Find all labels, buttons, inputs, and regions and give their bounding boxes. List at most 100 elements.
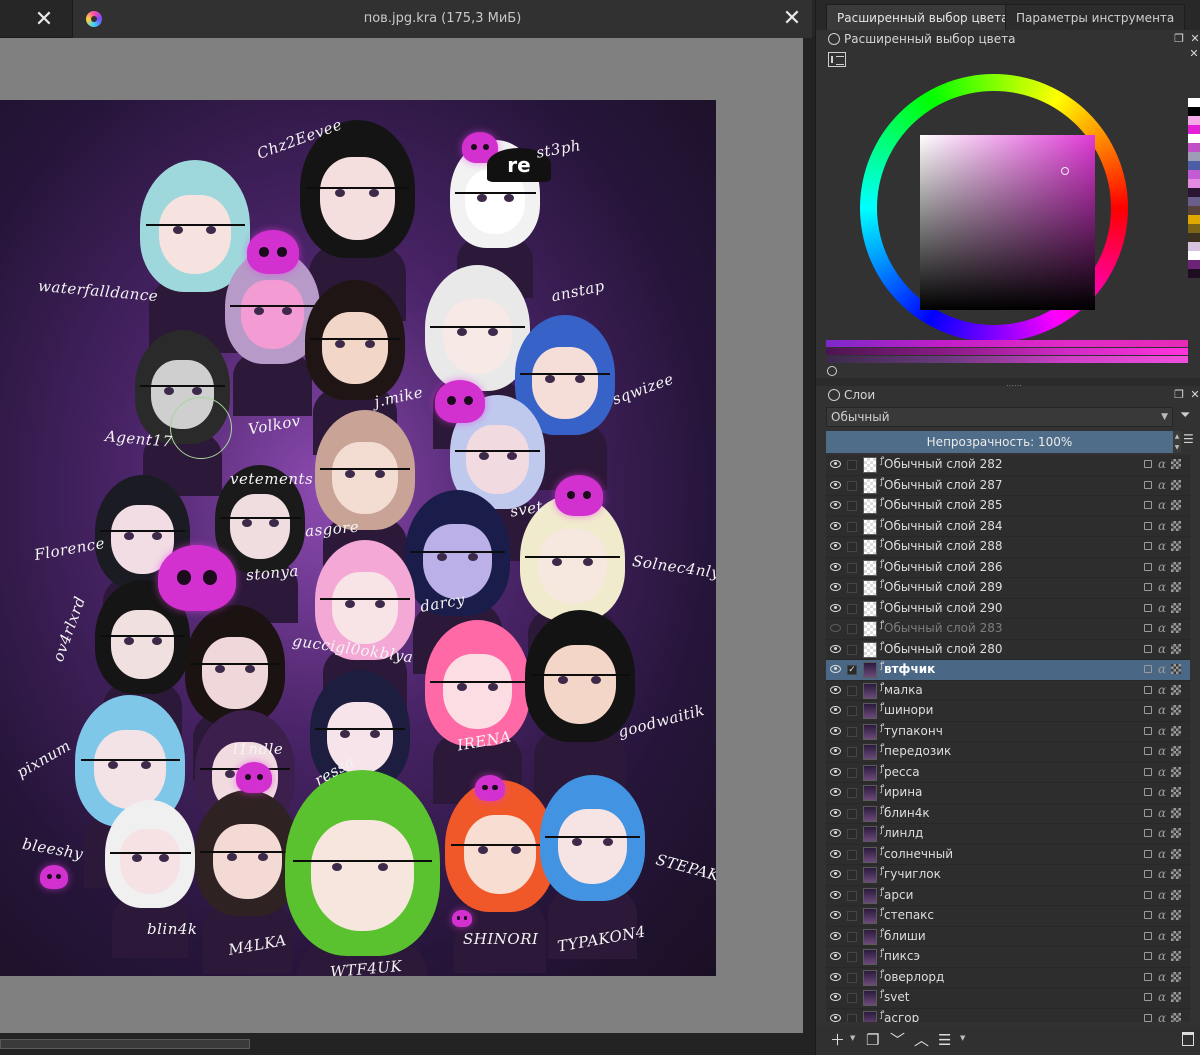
layer-row[interactable]: ꝭ блин4к α — [826, 804, 1190, 824]
layer-row[interactable]: ꝭ Обычный слой 286 α — [826, 558, 1190, 578]
lock-icon[interactable] — [1144, 460, 1152, 468]
layer-row[interactable]: ꝭ Обычный слой 284 α — [826, 517, 1190, 537]
inherit-alpha-icon[interactable] — [1171, 500, 1181, 510]
alpha-lock-icon[interactable]: α — [1158, 744, 1166, 758]
inherit-alpha-icon[interactable] — [1171, 643, 1181, 654]
refresh-icon[interactable] — [827, 366, 837, 376]
inherit-alpha-icon[interactable] — [1171, 582, 1181, 592]
eye-icon[interactable] — [830, 767, 841, 776]
inherit-alpha-icon[interactable] — [1171, 828, 1181, 838]
layer-row[interactable]: ✓ ꝭ втфчик α — [826, 660, 1190, 681]
color-history-bar-3[interactable] — [826, 356, 1188, 363]
move-layer-up-icon[interactable]: ︿ — [914, 1031, 929, 1049]
layer-select-checkbox[interactable] — [847, 788, 857, 798]
saturation-value-square[interactable] — [920, 135, 1095, 310]
color-swatch[interactable] — [1188, 116, 1200, 125]
lock-icon[interactable] — [1144, 685, 1152, 694]
layer-list[interactable]: ꝭ Обычный слой 282 α ꝭ Обычный слой 287 α ꝭ Обы… — [826, 455, 1190, 1022]
alpha-lock-icon[interactable]: α — [1158, 539, 1166, 553]
close-panel-icon[interactable]: ✕ — [1189, 389, 1200, 401]
alpha-lock-icon[interactable]: α — [1158, 765, 1166, 779]
close-icon[interactable]: ✕ — [1188, 48, 1200, 60]
alpha-lock-icon[interactable]: α — [1158, 498, 1166, 512]
inherit-alpha-icon[interactable] — [1171, 684, 1181, 695]
color-swatch[interactable] — [1188, 179, 1200, 188]
layer-row[interactable]: ꝭ передозик α — [826, 742, 1190, 763]
vertical-scrollbar[interactable] — [803, 38, 815, 1033]
lock-icon[interactable] — [1144, 603, 1152, 612]
color-swatch[interactable] — [1188, 134, 1200, 143]
layer-row[interactable]: ꝭ Обычный слой 287 α — [826, 476, 1190, 496]
eye-icon[interactable] — [830, 911, 841, 919]
alpha-lock-icon[interactable]: α — [1158, 970, 1166, 984]
layer-row[interactable]: ꝭ тупаконч α — [826, 722, 1190, 742]
eye-icon[interactable] — [830, 972, 841, 981]
eye-icon[interactable] — [830, 788, 841, 796]
alpha-lock-icon[interactable]: α — [1158, 806, 1166, 820]
color-swatch[interactable] — [1188, 143, 1200, 152]
lock-icon[interactable] — [1144, 952, 1152, 960]
layer-row[interactable]: ꝭ пиксэ α — [826, 947, 1190, 968]
alpha-lock-icon[interactable]: α — [1158, 560, 1166, 574]
layer-select-checkbox[interactable] — [847, 644, 857, 655]
tab-advanced-color-selector[interactable]: Расширенный выбор цвета — [826, 4, 1020, 30]
layer-row[interactable]: ꝭ асгор α — [826, 1009, 1190, 1022]
panel-splitter[interactable]: …… — [816, 378, 1200, 388]
lock-icon[interactable] — [1144, 726, 1152, 735]
eye-icon[interactable] — [830, 603, 841, 612]
layer-select-checkbox[interactable] — [847, 583, 857, 593]
eye-icon[interactable] — [830, 870, 841, 878]
layer-select-checkbox[interactable] — [847, 972, 857, 983]
lock-panel-icon[interactable] — [828, 389, 840, 401]
color-swatch[interactable] — [1188, 224, 1200, 233]
layer-row[interactable]: ꝭ Обычный слой 285 α — [826, 496, 1190, 517]
lock-icon[interactable] — [1144, 829, 1152, 837]
opacity-spinner[interactable]: ▲ ▼ — [1173, 431, 1181, 453]
close-icon[interactable]: ✕ — [30, 7, 58, 33]
color-swatch[interactable] — [1188, 215, 1200, 224]
horizontal-scrollbar[interactable] — [0, 1033, 815, 1055]
inherit-alpha-icon[interactable] — [1171, 930, 1181, 941]
tab-tool-options[interactable]: Параметры инструмента — [1005, 4, 1186, 30]
layer-properties-icon[interactable]: ☰ — [938, 1031, 951, 1049]
inherit-alpha-icon[interactable] — [1171, 623, 1181, 633]
alpha-lock-icon[interactable]: α — [1158, 724, 1166, 738]
alpha-lock-icon[interactable]: α — [1158, 703, 1166, 717]
inherit-alpha-icon[interactable] — [1171, 725, 1181, 736]
layer-select-checkbox[interactable] — [847, 890, 857, 901]
lock-icon[interactable] — [1144, 542, 1152, 550]
close-document-icon[interactable]: ✕ — [780, 7, 804, 31]
color-swatch[interactable] — [1188, 233, 1200, 242]
layer-select-checkbox[interactable] — [847, 562, 857, 573]
alpha-lock-icon[interactable]: α — [1158, 457, 1166, 471]
color-swatch[interactable] — [1188, 251, 1200, 260]
alpha-lock-icon[interactable]: α — [1158, 908, 1166, 922]
lock-icon[interactable] — [1144, 480, 1152, 489]
alpha-lock-icon[interactable]: α — [1158, 949, 1166, 963]
alpha-lock-icon[interactable]: α — [1158, 867, 1166, 881]
layer-row[interactable]: ꝭ блиши α — [826, 927, 1190, 947]
color-swatch[interactable] — [1188, 188, 1200, 197]
color-swatch[interactable] — [1188, 107, 1200, 116]
lock-icon[interactable] — [1144, 665, 1152, 673]
alpha-lock-icon[interactable]: α — [1158, 519, 1166, 533]
lock-icon[interactable] — [1144, 993, 1152, 1001]
lock-icon[interactable] — [1144, 501, 1152, 509]
lock-icon[interactable] — [1144, 911, 1152, 919]
alpha-lock-icon[interactable]: α — [1158, 683, 1166, 697]
color-swatch[interactable] — [1188, 98, 1200, 107]
layer-row[interactable]: ꝭ солнечный α — [826, 845, 1190, 865]
lock-icon[interactable] — [1144, 644, 1152, 653]
layer-row[interactable]: ꝭ линлд α — [826, 824, 1190, 845]
lock-icon[interactable] — [1144, 808, 1152, 817]
float-panel-icon[interactable]: ❐ — [1173, 389, 1185, 401]
eye-icon[interactable] — [830, 849, 841, 858]
chevron-down-icon[interactable]: ▼ — [960, 1034, 965, 1042]
alpha-lock-icon[interactable]: α — [1158, 478, 1166, 492]
layer-select-checkbox[interactable] — [847, 808, 857, 819]
layer-select-checkbox[interactable]: ✓ — [847, 665, 857, 675]
filter-icon[interactable]: ⏷ — [1180, 409, 1194, 423]
duplicate-layer-icon[interactable]: ❐ — [866, 1031, 879, 1049]
eye-icon[interactable] — [830, 542, 841, 550]
close-panel-icon[interactable]: ✕ — [1189, 33, 1200, 45]
